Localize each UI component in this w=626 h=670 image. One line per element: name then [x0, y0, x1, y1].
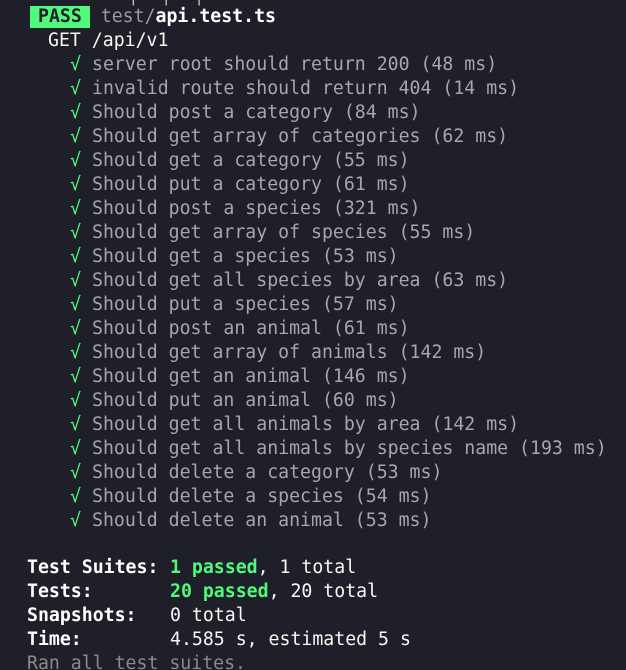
check-icon: √	[70, 510, 81, 531]
check-icon: √	[70, 126, 81, 147]
check-icon: √	[70, 414, 81, 435]
terminal-window: │ │ │ PASS test/api.test.ts GET /api/v1 …	[0, 0, 626, 670]
test-name: Should get array of species (55 ms)	[92, 222, 476, 243]
test-name: Should post a species (321 ms)	[92, 198, 421, 219]
test-result-row: √ Should get all species by area (63 ms)	[70, 269, 508, 293]
check-icon: √	[70, 222, 81, 243]
test-result-row: √ Should delete an animal (53 ms)	[70, 509, 431, 533]
test-name: invalid route should return 404 (14 ms)	[92, 78, 520, 99]
test-name: Should delete a species (54 ms)	[92, 486, 432, 507]
summary-label: Snapshots:	[27, 605, 137, 626]
test-name: Should put an animal (60 ms)	[92, 390, 399, 411]
check-icon: √	[70, 78, 81, 99]
test-result-row: √ Should get all animals by area (142 ms)	[70, 413, 519, 437]
summary-label: Time:	[27, 629, 82, 650]
check-icon: √	[70, 342, 81, 363]
snapshots-value: 0 total	[170, 605, 247, 626]
check-icon: √	[70, 486, 81, 507]
test-result-row: √ Should get all animals by species name …	[70, 437, 607, 461]
test-name: Should post an animal (61 ms)	[92, 318, 410, 339]
check-icon: √	[70, 390, 81, 411]
suites-total: , 1 total	[257, 557, 357, 578]
test-name: Should get all animals by species name (…	[92, 438, 607, 459]
test-result-row: √ Should get an animal (146 ms)	[70, 365, 410, 389]
suites-passed-count: 1 passed	[170, 557, 258, 578]
test-name: Should get a species (53 ms)	[92, 246, 399, 267]
test-name: Should post a category (84 ms)	[92, 102, 421, 123]
suite-path-file: api.test.ts	[155, 6, 276, 27]
test-name: Should delete a category (53 ms)	[92, 462, 443, 483]
summary-test-suites: Test Suites: 1 passed, 1 total	[27, 556, 356, 580]
test-name: Should get a category (55 ms)	[92, 150, 410, 171]
test-name: server root should return 200 (48 ms)	[92, 54, 498, 75]
test-name: Should get all species by area (63 ms)	[92, 270, 509, 291]
suite-header: PASS test/api.test.ts	[30, 5, 276, 29]
summary-label: Test Suites:	[27, 557, 159, 578]
check-icon: √	[70, 270, 81, 291]
time-value: 4.585 s, estimated 5 s	[170, 629, 411, 650]
check-icon: √	[70, 294, 81, 315]
test-result-row: √ Should delete a category (53 ms)	[70, 461, 442, 485]
test-result-row: √ Should post an animal (61 ms)	[70, 317, 410, 341]
test-result-row: √ Should put a species (57 ms)	[70, 293, 399, 317]
check-icon: √	[70, 150, 81, 171]
test-name: Should get array of categories (62 ms)	[92, 126, 509, 147]
check-icon: √	[70, 438, 81, 459]
summary-snapshots: Snapshots: 0 total	[27, 604, 247, 628]
check-icon: √	[70, 246, 81, 267]
test-name: Should get all animals by area (142 ms)	[92, 414, 520, 435]
summary-tests: Tests: 20 passed, 20 total	[27, 580, 378, 604]
test-result-row: √ Should delete a species (54 ms)	[70, 485, 431, 509]
check-icon: √	[70, 174, 81, 195]
test-result-row: √ Should put an animal (60 ms)	[70, 389, 399, 413]
test-result-row: √ Should get array of animals (142 ms)	[70, 341, 486, 365]
summary-time: Time: 4.585 s, estimated 5 s	[27, 628, 411, 652]
tests-passed-count: 20 passed	[170, 581, 269, 602]
check-icon: √	[70, 198, 81, 219]
check-icon: √	[70, 102, 81, 123]
test-name: Should put a category (61 ms)	[92, 174, 410, 195]
test-name: Should get an animal (146 ms)	[92, 366, 410, 387]
check-icon: √	[70, 366, 81, 387]
footer-message: Ran all test suites.	[27, 653, 246, 670]
test-name: Should put a species (57 ms)	[92, 294, 399, 315]
suite-path-dir: test/	[100, 6, 156, 27]
summary-label: Tests:	[27, 581, 93, 602]
test-result-row: √ Should get array of categories (62 ms)	[70, 125, 508, 149]
check-icon: √	[70, 462, 81, 483]
test-result-row: √ Should put a category (61 ms)	[70, 173, 410, 197]
test-result-row: √ Should post a species (321 ms)	[70, 197, 421, 221]
pass-badge: PASS	[30, 6, 90, 28]
test-result-row: √ invalid route should return 404 (14 ms)	[70, 77, 519, 101]
tests-total: , 20 total	[268, 581, 379, 602]
test-name: Should delete an animal (53 ms)	[92, 510, 432, 531]
test-name: Should get array of animals (142 ms)	[92, 342, 487, 363]
test-result-row: √ Should get array of species (55 ms)	[70, 221, 475, 245]
test-result-row: √ Should get a species (53 ms)	[70, 245, 399, 269]
check-icon: √	[70, 54, 81, 75]
check-icon: √	[70, 318, 81, 339]
describe-block-title: GET /api/v1	[48, 30, 169, 51]
test-result-row: √ server root should return 200 (48 ms)	[70, 53, 497, 77]
test-result-row: √ Should get a category (55 ms)	[70, 149, 410, 173]
test-result-row: √ Should post a category (84 ms)	[70, 101, 421, 125]
